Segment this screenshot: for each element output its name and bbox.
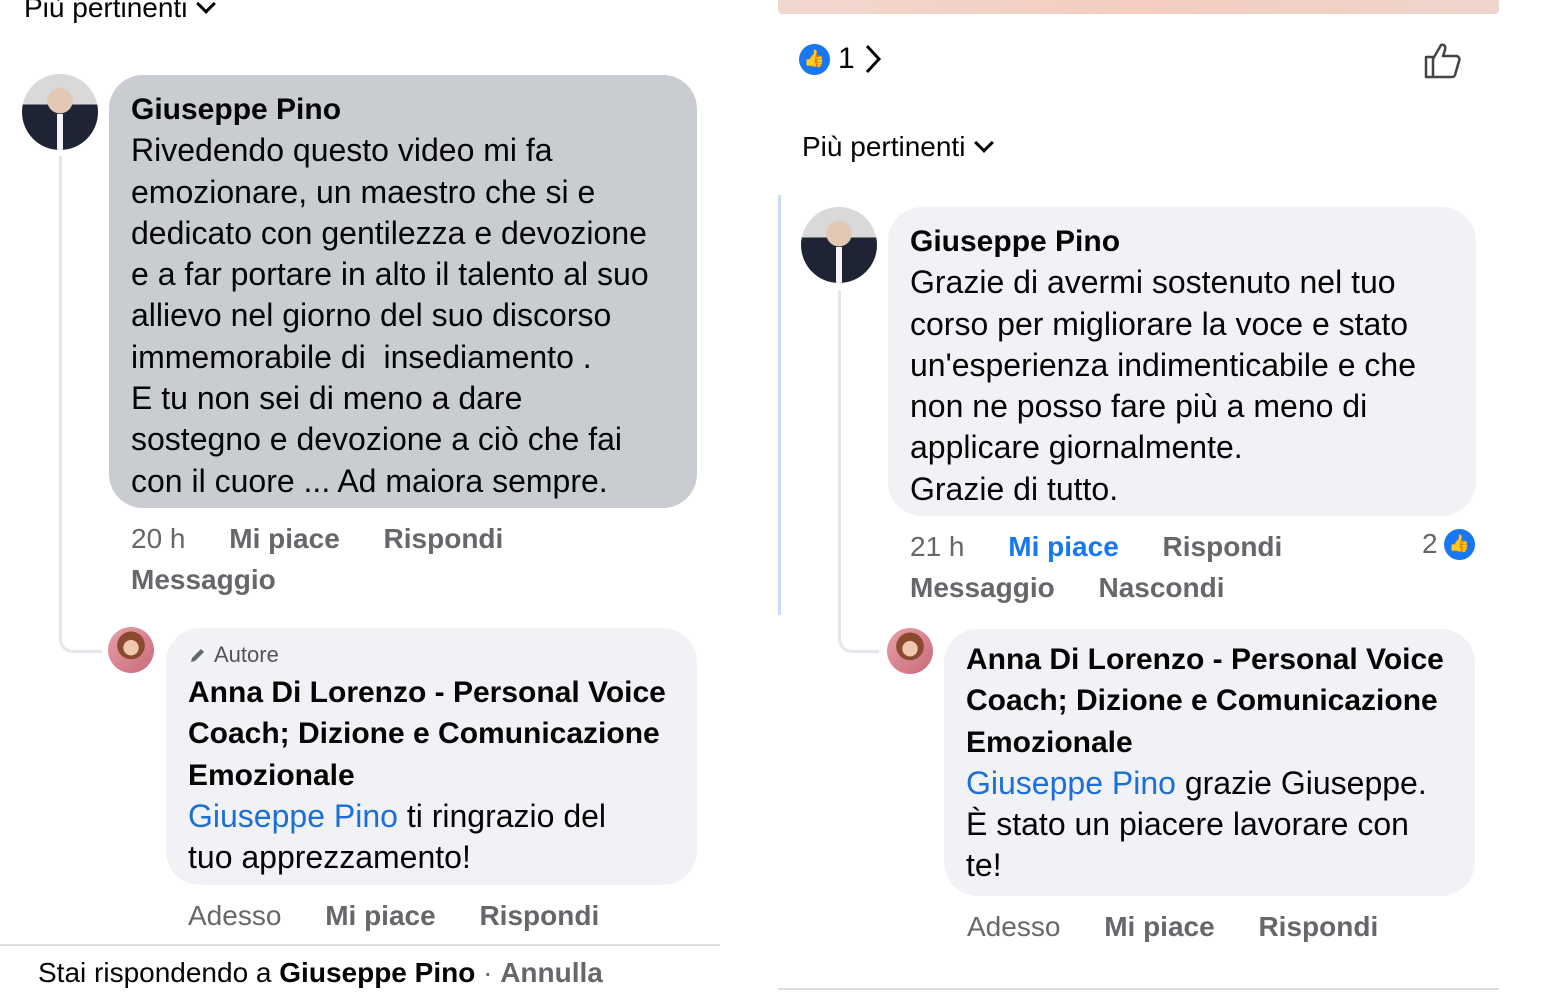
reply-bubble[interactable]: Autore Anna Di Lorenzo - Personal Voice … xyxy=(166,628,697,885)
like-reaction-icon: 👍 xyxy=(1443,528,1475,560)
comment-text: Grazie di avermi sostenuto nel tuo corso… xyxy=(910,262,1454,510)
reactions-summary[interactable]: 👍 1 xyxy=(799,42,883,76)
pencil-icon xyxy=(191,649,204,662)
reply-timestamp[interactable]: Adesso xyxy=(188,900,281,931)
right-comments-panel: 👍 1 Più pertinenti Giuseppe Pino Grazie … xyxy=(778,0,1500,992)
thread-connector xyxy=(838,600,879,653)
comment-bubble[interactable]: Giuseppe Pino Rivedendo questo video mi … xyxy=(109,75,697,508)
author-badge-label: Autore xyxy=(214,642,279,667)
reply-button[interactable]: Rispondi xyxy=(1163,531,1283,562)
reply-author[interactable]: Anna Di Lorenzo - Personal Voice Coach; … xyxy=(188,672,675,796)
comment-actions: 21 h Mi piace Rispondi Messaggio Nascond… xyxy=(910,526,1318,608)
reply-button[interactable]: Rispondi xyxy=(479,900,599,931)
comment-line: con il cuore ... Ad maiora sempre. xyxy=(131,462,608,499)
comment-line: dedicato con gentilezza e devozione xyxy=(131,214,647,251)
comment-timestamp[interactable]: 21 h xyxy=(910,531,965,562)
comment-line: allievo nel giorno del suo discorso xyxy=(131,297,612,334)
chevron-right-icon xyxy=(865,44,881,74)
comment-line: emozionare, un maestro che si e xyxy=(131,173,596,210)
sort-dropdown[interactable]: Più pertinenti xyxy=(24,0,217,24)
comment-timestamp[interactable]: 20 h xyxy=(131,523,186,554)
message-button[interactable]: Messaggio xyxy=(910,572,1055,603)
like-button[interactable]: Mi piace xyxy=(229,523,339,554)
video-thumbnail-edge xyxy=(778,0,1499,14)
left-comments-panel: Più pertinenti Giuseppe Pino Rivedendo q… xyxy=(0,0,722,992)
comment-like-count[interactable]: 2 👍 xyxy=(1422,528,1475,560)
reply-text: Giuseppe Pino grazie Giuseppe. È stato u… xyxy=(966,763,1453,887)
like-button[interactable]: Mi piace xyxy=(1104,911,1214,942)
reply-author-line: Anna Di Lorenzo - Personal Voice xyxy=(188,676,666,709)
comment-line: sostegno e devozione a ciò che fai xyxy=(131,421,622,458)
reply-text-part: grazie Giuseppe. xyxy=(1175,764,1427,801)
reply-text: Giuseppe Pino ti ringrazio del tuo appre… xyxy=(188,796,675,879)
reply-button[interactable]: Rispondi xyxy=(1258,911,1378,942)
reply-author-line: Emozionale xyxy=(188,758,355,792)
author-badge: Autore xyxy=(188,642,675,668)
avatar[interactable] xyxy=(801,207,877,283)
reply-text-line: te! xyxy=(966,847,1002,884)
reply-author[interactable]: Anna Di Lorenzo - Personal Voice Coach; … xyxy=(966,639,1453,763)
sort-label: Più pertinenti xyxy=(802,131,966,162)
comment-line: E tu non sei di meno a dare xyxy=(131,380,523,417)
avatar[interactable] xyxy=(108,627,154,673)
comment-line: applicare giornalmente. xyxy=(910,429,1243,466)
avatar[interactable] xyxy=(22,74,98,150)
comment-line: corso per migliorare la voce e stato xyxy=(910,305,1408,342)
thread-connector xyxy=(59,590,102,653)
comment-line: non ne posso fare più a meno di xyxy=(910,388,1368,425)
reply-actions: Adesso Mi piace Rispondi xyxy=(188,895,635,936)
like-button[interactable]: Mi piace xyxy=(325,900,435,931)
divider xyxy=(0,944,720,946)
reply-text-line: È stato un piacere lavorare con xyxy=(966,806,1409,843)
comment-line: e a far portare in alto il talento al su… xyxy=(131,256,649,293)
chevron-down-icon xyxy=(974,133,995,153)
thread-line xyxy=(59,156,62,626)
reply-button[interactable]: Rispondi xyxy=(384,523,504,554)
like-count: 2 xyxy=(1422,528,1438,559)
like-button[interactable]: Mi piace xyxy=(1008,531,1118,562)
highlight-bar xyxy=(778,195,781,615)
comment-line: Grazie di tutto. xyxy=(910,470,1119,507)
message-button[interactable]: Messaggio xyxy=(131,564,276,595)
replying-prefix: Stai rispondendo a xyxy=(38,957,280,988)
reply-author-line: Anna Di Lorenzo - Personal Voice xyxy=(966,643,1444,676)
thread-line xyxy=(838,290,841,620)
mention-link[interactable]: Giuseppe Pino xyxy=(966,765,1176,801)
divider xyxy=(778,988,1499,990)
comment-line: Rivedendo questo video mi fa xyxy=(131,132,553,169)
cancel-reply-button[interactable]: Annulla xyxy=(500,957,603,988)
reaction-count: 1 xyxy=(838,42,855,75)
reply-author-line: Coach; Dizione e Comunicazione xyxy=(966,684,1438,718)
comment-author[interactable]: Giuseppe Pino xyxy=(910,221,1454,262)
hide-button[interactable]: Nascondi xyxy=(1098,572,1224,603)
reply-author-line: Coach; Dizione e Comunicazione xyxy=(188,717,660,751)
comment-line: immemorabile di insediamento . xyxy=(131,338,592,375)
reply-author-line: Emozionale xyxy=(966,725,1133,759)
reply-bubble[interactable]: Anna Di Lorenzo - Personal Voice Coach; … xyxy=(944,629,1475,896)
avatar[interactable] xyxy=(887,628,933,674)
replying-to-bar: Stai rispondendo a Giuseppe Pino · Annul… xyxy=(38,953,603,993)
mention-link[interactable]: Giuseppe Pino xyxy=(188,798,398,834)
sort-dropdown[interactable]: Più pertinenti xyxy=(802,131,995,163)
comment-text: Rivedendo questo video mi fa emozionare,… xyxy=(131,130,675,502)
sort-label: Più pertinenti xyxy=(24,0,188,23)
reply-actions: Adesso Mi piace Rispondi xyxy=(967,906,1414,947)
thumbs-up-icon[interactable] xyxy=(1422,40,1462,80)
comment-bubble[interactable]: Giuseppe Pino Grazie di avermi sostenuto… xyxy=(888,207,1476,516)
like-reaction-icon: 👍 xyxy=(799,43,830,75)
separator: · xyxy=(475,957,501,988)
comment-line: un'esperienza indimenticabile e che xyxy=(910,346,1416,383)
reply-text-part: ti ringrazio del xyxy=(397,797,607,834)
reply-text-line: tuo apprezzamento! xyxy=(188,839,471,876)
comment-author[interactable]: Giuseppe Pino xyxy=(131,89,675,130)
chevron-down-icon xyxy=(196,0,217,14)
reply-timestamp[interactable]: Adesso xyxy=(967,911,1060,942)
replying-name: Giuseppe Pino xyxy=(279,957,476,988)
comment-actions: 20 h Mi piace Rispondi Messaggio xyxy=(131,518,539,600)
comment-line: Grazie di avermi sostenuto nel tuo xyxy=(910,264,1396,301)
